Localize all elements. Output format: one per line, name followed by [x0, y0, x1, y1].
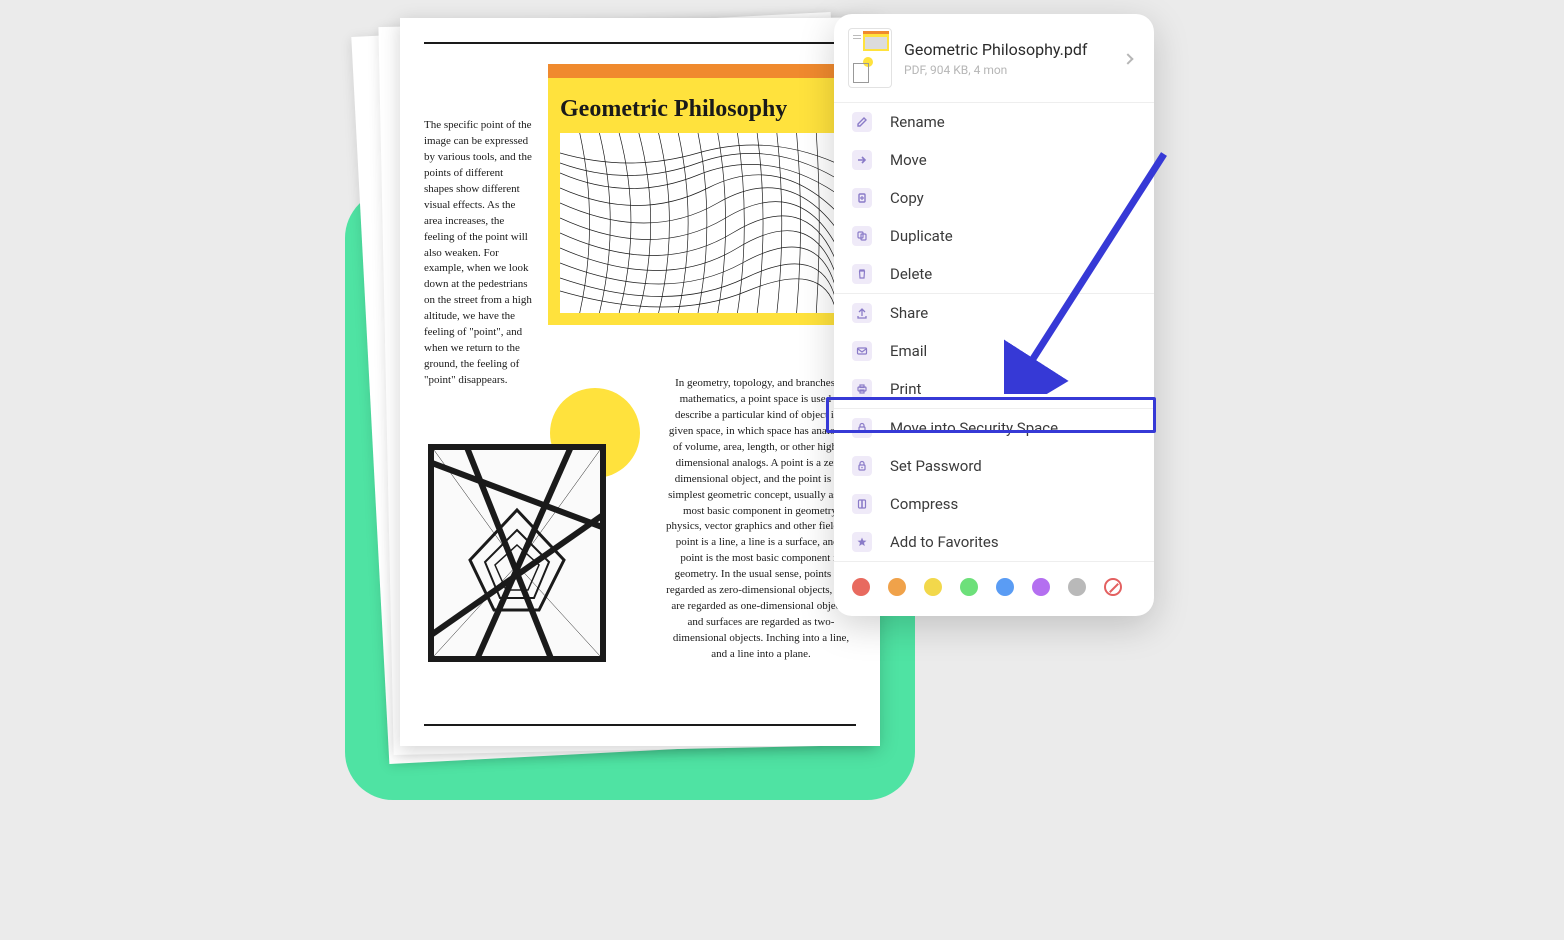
document-header-block: Geometric Philosophy — [548, 64, 848, 325]
move-icon — [852, 150, 872, 170]
share-icon — [852, 303, 872, 323]
file-thumbnail — [848, 28, 892, 88]
menu-security-space[interactable]: Move into Security Space — [834, 409, 1154, 447]
menu-label: Delete — [890, 265, 932, 283]
menu-rename[interactable]: Rename — [834, 103, 1154, 141]
color-tag-purple[interactable] — [1032, 578, 1050, 596]
chevron-right-icon[interactable] — [1124, 52, 1136, 64]
menu-label: Compress — [890, 495, 958, 513]
menu-copy[interactable]: Copy — [834, 179, 1154, 217]
menu-label: Share — [890, 304, 928, 322]
color-tag-red[interactable] — [852, 578, 870, 596]
email-icon — [852, 341, 872, 361]
menu-set-password[interactable]: Set Password — [834, 447, 1154, 485]
menu-label: Set Password — [890, 457, 982, 475]
menu-move[interactable]: Move — [834, 141, 1154, 179]
menu-file-header[interactable]: Geometric Philosophy.pdf PDF, 904 KB, 4 … — [834, 14, 1154, 102]
rename-icon — [852, 112, 872, 132]
file-context-menu: Geometric Philosophy.pdf PDF, 904 KB, 4 … — [834, 14, 1154, 616]
menu-label: Move — [890, 151, 927, 169]
menu-add-favorites[interactable]: Add to Favorites — [834, 523, 1154, 561]
color-tag-orange[interactable] — [888, 578, 906, 596]
menu-delete[interactable]: Delete — [834, 255, 1154, 293]
menu-compress[interactable]: Compress — [834, 485, 1154, 523]
menu-file-meta: PDF, 904 KB, 4 mon — [904, 63, 1112, 77]
document-top-rule — [424, 42, 856, 44]
star-icon — [852, 532, 872, 552]
document-paragraph-left: The specific point of the image can be e… — [424, 118, 532, 389]
menu-label: Email — [890, 342, 927, 360]
copy-icon — [852, 188, 872, 208]
document-orange-bar — [548, 64, 848, 78]
menu-email[interactable]: Email — [834, 332, 1154, 370]
document-yellow-panel: Geometric Philosophy — [548, 78, 848, 325]
document-preview-page: The specific point of the image can be e… — [400, 18, 880, 746]
menu-label: Move into Security Space — [890, 419, 1058, 437]
color-tag-row — [834, 562, 1154, 616]
duplicate-icon — [852, 226, 872, 246]
menu-share[interactable]: Share — [834, 294, 1154, 332]
document-bottom-rule — [424, 724, 856, 726]
color-tag-gray[interactable] — [1068, 578, 1086, 596]
menu-print[interactable]: Print — [834, 370, 1154, 408]
document-paragraph-right: In geometry, topology, and branches of m… — [666, 376, 856, 663]
print-icon — [852, 379, 872, 399]
key-icon — [852, 456, 872, 476]
document-header-image — [560, 133, 836, 313]
color-tag-yellow[interactable] — [924, 578, 942, 596]
menu-label: Copy — [890, 189, 924, 207]
menu-duplicate[interactable]: Duplicate — [834, 217, 1154, 255]
compress-icon — [852, 494, 872, 514]
document-title: Geometric Philosophy — [560, 96, 836, 123]
menu-label: Add to Favorites — [890, 533, 999, 551]
delete-icon — [852, 264, 872, 284]
menu-label: Rename — [890, 113, 945, 131]
menu-file-name: Geometric Philosophy.pdf — [904, 40, 1112, 59]
color-tag-none[interactable] — [1104, 578, 1122, 596]
lock-icon — [852, 418, 872, 438]
document-secondary-image — [428, 444, 606, 662]
menu-label: Duplicate — [890, 227, 953, 245]
color-tag-blue[interactable] — [996, 578, 1014, 596]
menu-label: Print — [890, 380, 921, 398]
color-tag-green[interactable] — [960, 578, 978, 596]
